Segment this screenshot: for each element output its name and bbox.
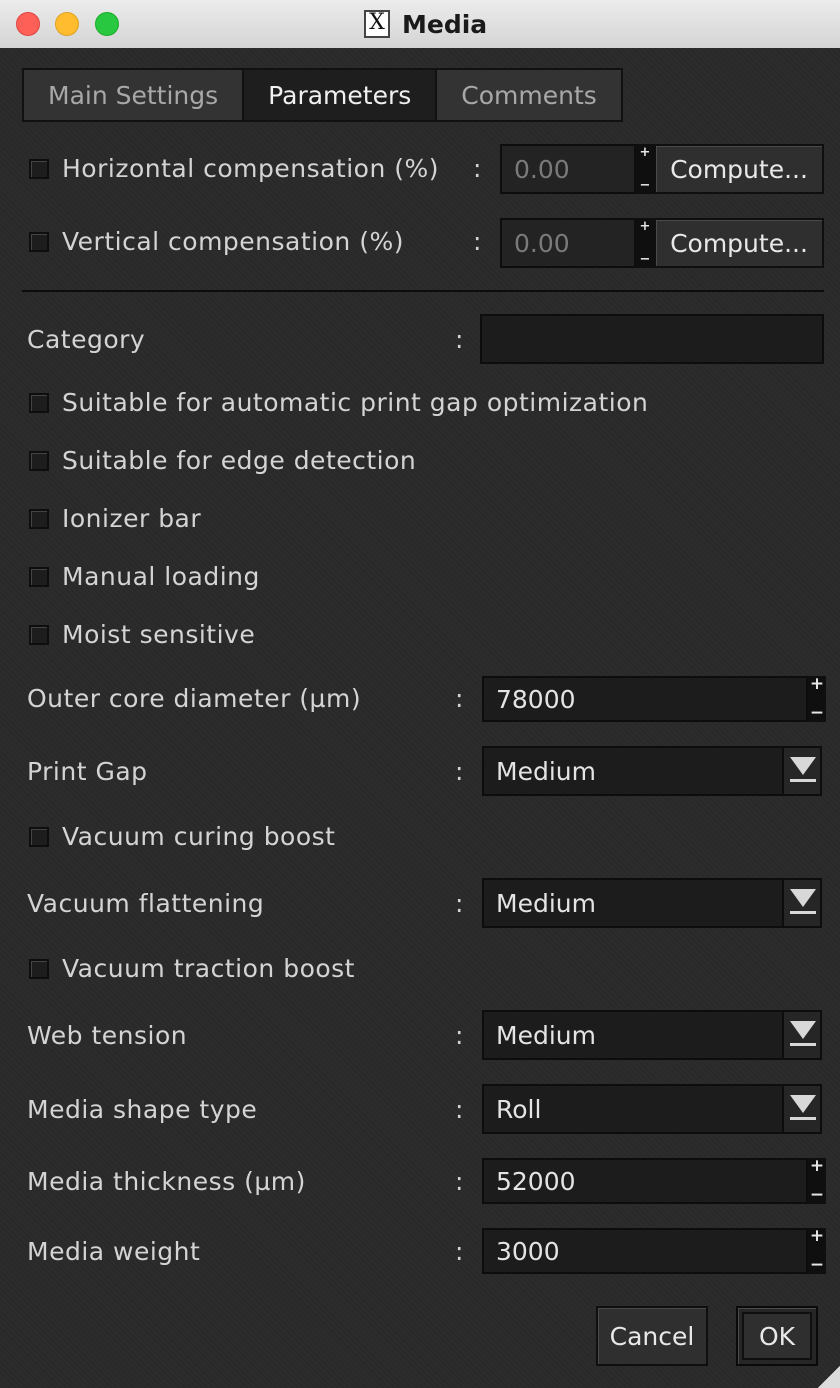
ok-button-label: OK <box>742 1312 812 1360</box>
tab-main-settings[interactable]: Main Settings <box>22 68 245 122</box>
resize-grip-icon[interactable] <box>818 1366 840 1388</box>
vertical-compensation-label: Vertical compensation (%) <box>62 227 404 256</box>
ionizer-bar-checkbox[interactable] <box>29 509 49 529</box>
media-weight-spinner[interactable]: + − <box>808 1228 826 1274</box>
maximize-window-button[interactable] <box>95 12 119 36</box>
horizontal-compensation-label: Horizontal compensation (%) <box>62 154 440 183</box>
window-title: Media <box>402 9 488 39</box>
colon: : <box>455 684 464 713</box>
vacuum-flattening-label: Vacuum flattening <box>27 889 265 918</box>
manual-loading-checkbox[interactable] <box>29 567 49 587</box>
vacuum-flattening-select[interactable]: Medium <box>482 878 822 928</box>
print-gap-label: Print Gap <box>27 757 148 786</box>
web-tension-select[interactable]: Medium <box>482 1010 822 1060</box>
media-thickness-label: Media thickness (µm) <box>27 1167 306 1196</box>
media-thickness-spinner[interactable]: + − <box>808 1158 826 1204</box>
manual-loading-label: Manual loading <box>62 562 260 591</box>
colon: : <box>455 325 464 354</box>
horizontal-compensation-checkbox[interactable] <box>29 159 49 179</box>
media-weight-label: Media weight <box>27 1237 201 1266</box>
outer-core-diameter-spinner[interactable]: + − <box>808 676 826 722</box>
chevron-down-icon[interactable] <box>782 1012 820 1058</box>
cancel-button[interactable]: Cancel <box>596 1306 708 1366</box>
section-divider <box>22 290 824 292</box>
spin-down-icon[interactable]: − <box>640 177 651 194</box>
vacuum-traction-boost-label: Vacuum traction boost <box>62 954 355 983</box>
category-input[interactable] <box>480 314 824 364</box>
tab-parameters[interactable]: Parameters <box>242 68 438 122</box>
vertical-compensation-spinner[interactable]: + − <box>636 218 654 268</box>
print-gap-select[interactable]: Medium <box>482 746 822 796</box>
web-tension-label: Web tension <box>27 1021 188 1050</box>
spin-up-icon[interactable]: + <box>810 1158 824 1175</box>
ionizer-bar-label: Ionizer bar <box>62 504 202 533</box>
chevron-down-icon[interactable] <box>782 880 820 926</box>
colon: : <box>455 889 464 918</box>
vertical-compensation-checkbox[interactable] <box>29 232 49 252</box>
colon: : <box>455 1095 464 1124</box>
vacuum-traction-boost-checkbox[interactable] <box>29 959 49 979</box>
print-gap-optimization-checkbox[interactable] <box>29 393 49 413</box>
colon: : <box>455 1021 464 1050</box>
spin-up-icon[interactable]: + <box>810 676 824 693</box>
horizontal-compensation-input[interactable]: 0.00 <box>500 144 636 194</box>
ok-button[interactable]: OK <box>736 1306 818 1366</box>
edge-detection-label: Suitable for edge detection <box>62 446 417 475</box>
colon: : <box>455 1167 464 1196</box>
media-weight-input[interactable]: 3000 <box>482 1228 808 1274</box>
spin-down-icon[interactable]: − <box>640 251 651 268</box>
spin-down-icon[interactable]: − <box>810 705 824 722</box>
vertical-compensation-input[interactable]: 0.00 <box>500 218 636 268</box>
tab-bar: Main Settings Parameters Comments <box>22 68 623 122</box>
colon: : <box>473 227 482 256</box>
horizontal-compensation-spinner[interactable]: + − <box>636 144 654 194</box>
colon: : <box>473 154 482 183</box>
window-title-group: X Media <box>364 8 487 40</box>
chevron-down-icon[interactable] <box>782 748 820 794</box>
category-label: Category <box>27 325 146 354</box>
close-window-button[interactable] <box>16 12 40 36</box>
colon: : <box>455 757 464 786</box>
dialog-body: Main Settings Parameters Comments Horizo… <box>0 48 840 1388</box>
spin-down-icon[interactable]: − <box>810 1187 824 1204</box>
horizontal-compute-button[interactable]: Compute... <box>654 144 824 194</box>
colon: : <box>455 1237 464 1266</box>
spin-down-icon[interactable]: − <box>810 1257 824 1274</box>
vacuum-curing-boost-checkbox[interactable] <box>29 827 49 847</box>
outer-core-diameter-input[interactable]: 78000 <box>482 676 808 722</box>
outer-core-diameter-label: Outer core diameter (µm) <box>27 684 362 713</box>
media-thickness-input[interactable]: 52000 <box>482 1158 808 1204</box>
spin-up-icon[interactable]: + <box>640 218 651 235</box>
moist-sensitive-checkbox[interactable] <box>29 625 49 645</box>
edge-detection-checkbox[interactable] <box>29 451 49 471</box>
x11-icon: X <box>364 10 390 38</box>
media-shape-type-select[interactable]: Roll <box>482 1084 822 1134</box>
media-shape-type-label: Media shape type <box>27 1095 258 1124</box>
minimize-window-button[interactable] <box>55 12 79 36</box>
spin-up-icon[interactable]: + <box>640 144 651 161</box>
moist-sensitive-label: Moist sensitive <box>62 620 256 649</box>
spin-up-icon[interactable]: + <box>810 1228 824 1245</box>
vacuum-curing-boost-label: Vacuum curing boost <box>62 822 336 851</box>
chevron-down-icon[interactable] <box>782 1086 820 1132</box>
tab-comments[interactable]: Comments <box>435 68 623 122</box>
vertical-compute-button[interactable]: Compute... <box>654 218 824 268</box>
title-bar: X Media <box>0 0 840 49</box>
print-gap-optimization-label: Suitable for automatic print gap optimiz… <box>62 388 649 417</box>
